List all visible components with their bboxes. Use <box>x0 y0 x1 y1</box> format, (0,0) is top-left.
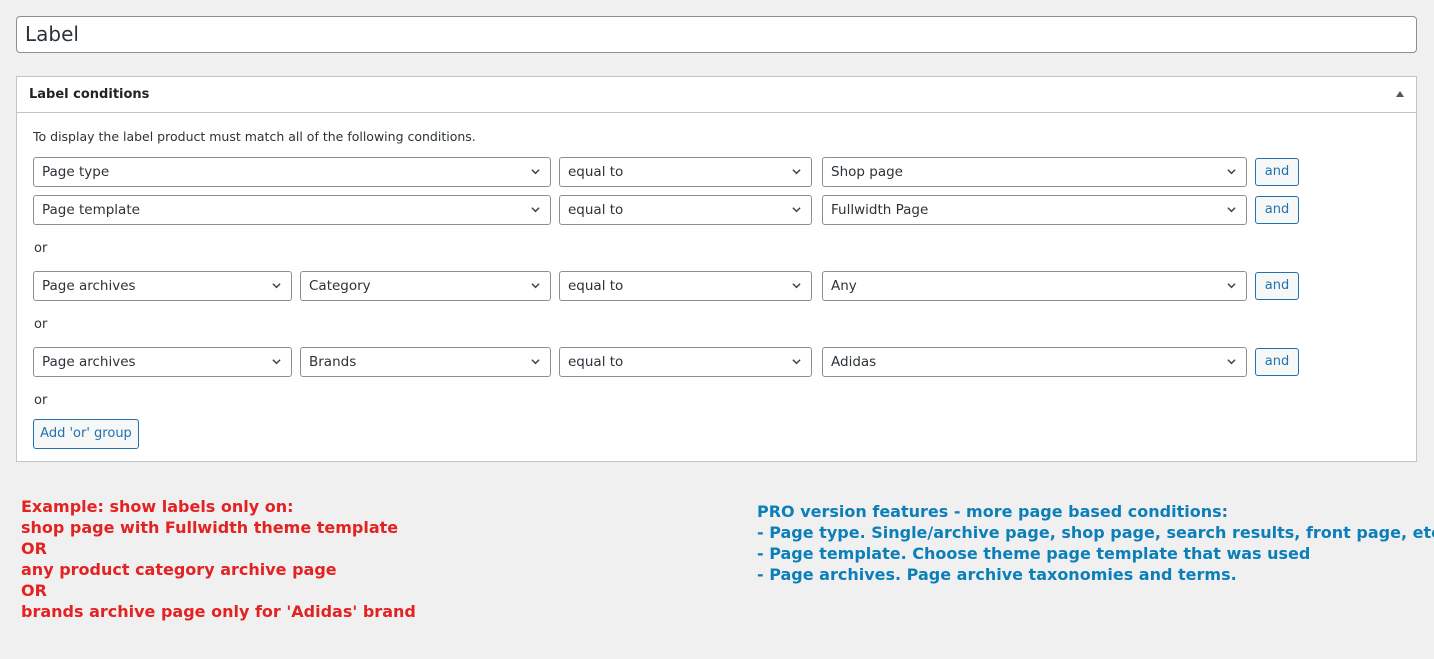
pro-line: PRO version features - more page based c… <box>757 502 1229 521</box>
chevron-down-icon <box>792 169 801 175</box>
condition-type-select[interactable]: Page template <box>33 195 551 225</box>
chevron-down-icon <box>272 283 281 289</box>
example-note: Example: show labels only on: shop page … <box>21 496 416 622</box>
condition-taxonomy-select[interactable]: Brands <box>300 347 551 377</box>
example-line: brands archive page only for 'Adidas' br… <box>21 602 416 621</box>
chevron-down-icon <box>1227 359 1236 365</box>
condition-taxonomy-select[interactable]: Category <box>300 271 551 301</box>
pro-line: - Page type. Single/archive page, shop p… <box>757 523 1434 542</box>
example-line: any product category archive page <box>21 560 337 579</box>
add-or-group-button[interactable]: Add 'or' group <box>33 419 139 449</box>
chevron-down-icon <box>531 359 540 365</box>
example-line: shop page with Fullwidth theme template <box>21 518 399 537</box>
chevron-down-icon <box>792 359 801 365</box>
chevron-down-icon <box>792 207 801 213</box>
condition-type-select[interactable]: Page type <box>33 157 551 187</box>
example-line: OR <box>21 539 47 558</box>
or-separator: or <box>34 241 48 256</box>
condition-value-select[interactable]: Fullwidth Page <box>822 195 1247 225</box>
and-button[interactable]: and <box>1255 348 1299 376</box>
chevron-down-icon <box>1227 283 1236 289</box>
condition-operator-select[interactable]: equal to <box>559 347 812 377</box>
chevron-down-icon <box>531 169 540 175</box>
label-conditions-panel: Label conditions To display the label pr… <box>16 76 1417 462</box>
chevron-down-icon <box>1227 169 1236 175</box>
condition-value-select[interactable]: Any <box>822 271 1247 301</box>
conditions-intro: To display the label product must match … <box>33 129 476 144</box>
label-title-input[interactable]: Label <box>16 16 1417 53</box>
and-button[interactable]: and <box>1255 158 1299 186</box>
condition-type-select[interactable]: Page archives <box>33 347 292 377</box>
and-button[interactable]: and <box>1255 272 1299 300</box>
pro-line: - Page archives. Page archive taxonomies… <box>757 565 1237 584</box>
triangle-up-icon[interactable] <box>1396 91 1404 97</box>
pro-line: - Page template. Choose theme page templ… <box>757 544 1311 563</box>
condition-type-select[interactable]: Page archives <box>33 271 292 301</box>
panel-title: Label conditions <box>29 87 150 102</box>
chevron-down-icon <box>1227 207 1236 213</box>
example-line: OR <box>21 581 47 600</box>
chevron-down-icon <box>531 283 540 289</box>
example-line: Example: show labels only on: <box>21 497 294 516</box>
chevron-down-icon <box>792 283 801 289</box>
condition-operator-select[interactable]: equal to <box>559 195 812 225</box>
and-button[interactable]: and <box>1255 196 1299 224</box>
or-separator: or <box>34 393 48 408</box>
panel-header[interactable]: Label conditions <box>17 77 1416 113</box>
condition-value-select[interactable]: Adidas <box>822 347 1247 377</box>
condition-value-select[interactable]: Shop page <box>822 157 1247 187</box>
chevron-down-icon <box>531 207 540 213</box>
pro-features-note: PRO version features - more page based c… <box>757 501 1434 585</box>
condition-operator-select[interactable]: equal to <box>559 271 812 301</box>
condition-operator-select[interactable]: equal to <box>559 157 812 187</box>
chevron-down-icon <box>272 359 281 365</box>
or-separator: or <box>34 317 48 332</box>
